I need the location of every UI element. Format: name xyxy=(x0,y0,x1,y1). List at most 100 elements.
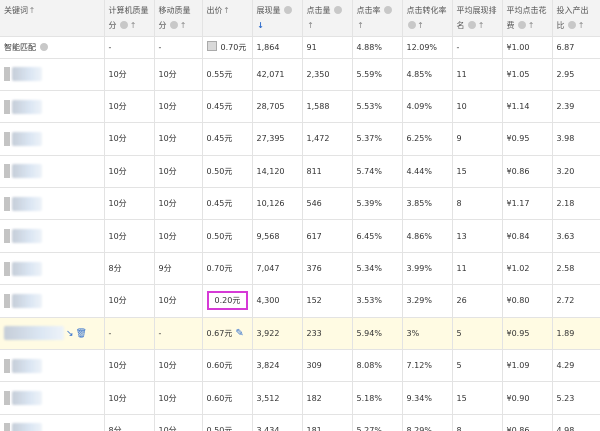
cvr-cell: 4.09% xyxy=(402,90,453,124)
sort-icon[interactable]: ↑ xyxy=(477,18,485,33)
help-icon[interactable] xyxy=(284,6,293,14)
avg-cpc-cell: ¥0.95 xyxy=(502,122,553,156)
ctr-cell: 5.94% xyxy=(352,317,403,351)
keyword-cell[interactable] xyxy=(0,381,105,415)
help-icon[interactable] xyxy=(407,21,416,29)
sort-icon[interactable]: ↑ xyxy=(417,18,425,33)
mobile-quality-cell: 10分 xyxy=(154,381,203,415)
avg-cpc-cell: ¥1.17 xyxy=(502,187,553,221)
help-icon[interactable] xyxy=(518,21,527,29)
roi-cell: 6.87 xyxy=(552,36,600,59)
impressions-cell: 14,120 xyxy=(252,155,303,189)
keyword-cell[interactable] xyxy=(0,58,105,91)
bid-cell[interactable]: 0.50元 xyxy=(202,155,253,189)
avg-rank-cell: 11 xyxy=(452,252,503,286)
chart-icon[interactable]: ↘ xyxy=(66,329,74,339)
help-icon[interactable] xyxy=(334,6,343,14)
keyword-cell[interactable] xyxy=(0,252,105,286)
clicks-cell: 309 xyxy=(302,349,353,383)
roi-cell: 2.39 xyxy=(552,90,600,124)
col-keyword[interactable]: 关键词↑ xyxy=(0,0,105,37)
bid-cell[interactable]: 0.45元 xyxy=(202,90,253,124)
col-pc-quality[interactable]: 计算机质量分 ↑ xyxy=(104,0,155,37)
keyword-cell[interactable] xyxy=(0,349,105,383)
avg-rank-cell: 8 xyxy=(452,187,503,221)
col-clicks[interactable]: 点击量 ↑ xyxy=(302,0,353,37)
col-impressions[interactable]: 展现量 ↓ xyxy=(252,0,303,37)
blurred-keyword xyxy=(12,196,42,211)
pc-quality-cell: 10分 xyxy=(104,122,155,156)
help-icon[interactable] xyxy=(568,21,577,29)
mobile-quality-cell: 10分 xyxy=(154,219,203,253)
ctr-cell: 5.53% xyxy=(352,90,403,124)
bid-cell[interactable]: 0.45元 xyxy=(202,122,253,156)
ctr-cell: 5.37% xyxy=(352,122,403,156)
avg-cpc-cell: ¥1.14 xyxy=(502,90,553,124)
bid-cell[interactable]: 0.45元 xyxy=(202,187,253,221)
col-cvr[interactable]: 点击转化率 ↑ xyxy=(402,0,453,37)
bid-cell[interactable]: 0.20元 xyxy=(202,284,253,318)
highlighted-bid[interactable]: 0.20元 xyxy=(206,291,249,311)
keyword-cell[interactable] xyxy=(0,284,105,318)
col-mobile-quality[interactable]: 移动质量分 ↑ xyxy=(154,0,203,37)
bid-cell[interactable]: 0.70元 xyxy=(202,36,253,59)
help-icon[interactable] xyxy=(170,21,179,29)
blurred-thumb xyxy=(4,423,10,431)
cvr-cell: 7.12% xyxy=(402,349,453,383)
help-icon[interactable] xyxy=(384,6,393,14)
col-avg-rank[interactable]: 平均展现排名 ↑ xyxy=(452,0,503,37)
roi-cell: 2.72 xyxy=(552,284,600,318)
table-row-hover: ↘ 🗑 - - 0.67元 ✎ 3,922 233 5.94% 3% 5 ¥0.95… xyxy=(0,317,600,351)
col-roi[interactable]: 投入产出比 ↑ xyxy=(552,0,600,37)
blurred-thumb xyxy=(4,391,10,406)
trash-icon[interactable]: 🗑 xyxy=(76,329,87,339)
sort-icon[interactable]: ↑ xyxy=(307,18,315,33)
edit-box-icon[interactable] xyxy=(206,41,217,51)
bid-cell[interactable]: 0.50元 xyxy=(202,219,253,253)
avg-rank-cell: - xyxy=(452,36,503,59)
keyword-cell[interactable] xyxy=(0,122,105,156)
ctr-cell: 5.39% xyxy=(352,187,403,221)
col-ctr[interactable]: 点击率 ↑ xyxy=(352,0,403,37)
ctr-cell: 5.34% xyxy=(352,252,403,286)
table-row: 10分 10分 0.50元 14,120 811 5.74% 4.44% 15 … xyxy=(0,155,600,189)
blurred-thumb xyxy=(4,67,10,82)
sort-icon[interactable]: ↑ xyxy=(179,18,187,33)
cvr-cell: 8.29% xyxy=(402,414,453,431)
bid-cell[interactable]: 0.60元 xyxy=(202,381,253,415)
sort-icon[interactable]: ↑ xyxy=(28,3,36,18)
ctr-cell: 4.88% xyxy=(352,36,403,59)
sort-icon[interactable]: ↑ xyxy=(129,18,137,33)
bid-cell[interactable]: 0.67元 ✎ xyxy=(202,317,253,351)
table-row: 10分 10分 0.55元 42,071 2,350 5.59% 4.85% 1… xyxy=(0,58,600,91)
mobile-quality-cell: 9分 xyxy=(154,252,203,286)
sort-icon[interactable]: ↑ xyxy=(527,18,535,33)
keyword-cell[interactable] xyxy=(0,219,105,253)
ctr-cell: 8.08% xyxy=(352,349,403,383)
help-icon[interactable] xyxy=(120,21,129,29)
avg-rank-cell: 5 xyxy=(452,317,503,351)
table-row: 8分 10分 0.50元 3,434 181 5.27% 8.29% 8 ¥0.… xyxy=(0,414,600,431)
blurred-keyword xyxy=(12,131,42,146)
bid-cell[interactable]: 0.70元 xyxy=(202,252,253,286)
keyword-cell[interactable] xyxy=(0,187,105,221)
keyword-cell[interactable] xyxy=(0,90,105,124)
roi-cell: 1.89 xyxy=(552,317,600,351)
sort-icon[interactable]: ↑ xyxy=(223,3,231,18)
sort-icon[interactable]: ↑ xyxy=(357,18,365,33)
keyword-report-table: 关键词↑ 计算机质量分 ↑ 移动质量分 ↑ 出价↑ 展现量 ↓ 点击量 ↑ 点击… xyxy=(0,0,600,431)
help-icon[interactable] xyxy=(39,42,48,51)
sort-desc-icon[interactable]: ↓ xyxy=(257,18,265,33)
bid-cell[interactable]: 0.60元 xyxy=(202,349,253,383)
pencil-icon[interactable]: ✎ xyxy=(235,328,243,339)
col-bid[interactable]: 出价↑ xyxy=(202,0,253,37)
col-avg-cpc[interactable]: 平均点击花费 ↑ xyxy=(502,0,553,37)
keyword-cell[interactable] xyxy=(0,414,105,431)
keyword-cell[interactable] xyxy=(0,155,105,189)
bid-cell[interactable]: 0.55元 xyxy=(202,58,253,91)
keyword-cell[interactable]: ↘ 🗑 xyxy=(0,317,105,351)
sort-icon[interactable]: ↑ xyxy=(577,18,585,33)
help-icon[interactable] xyxy=(468,21,477,29)
pc-quality-cell: 8分 xyxy=(104,252,155,286)
bid-cell[interactable]: 0.50元 xyxy=(202,414,253,431)
